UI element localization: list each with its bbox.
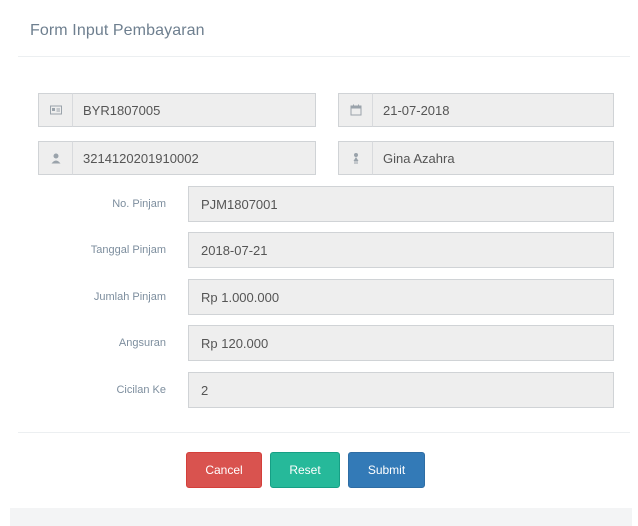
panel-title: Form Input Pembayaran (30, 22, 205, 39)
nik-group: 3214120201910002 (38, 141, 316, 175)
jumlah-pinjam-label: Jumlah Pinjam (93, 291, 166, 303)
angsuran-field[interactable]: Rp 120.000 (188, 325, 614, 361)
no-pinjam-field[interactable]: PJM1807001 (188, 186, 614, 222)
footer-divider (18, 432, 630, 433)
female-icon (338, 141, 372, 175)
cicilan-ke-field[interactable]: 2 (188, 372, 614, 408)
tanggal-pinjam-row: Tanggal Pinjam 2018-07-21 (18, 232, 614, 268)
no-pinjam-label: No. Pinjam (112, 198, 166, 210)
angsuran-label: Angsuran (118, 337, 166, 349)
tanggal-pinjam-label: Tanggal Pinjam (90, 244, 166, 256)
tanggal-field[interactable]: 21-07-2018 (372, 93, 614, 127)
reset-button[interactable]: Reset (270, 452, 340, 488)
no-pinjam-row: No. Pinjam PJM1807001 (18, 186, 614, 222)
angsuran-row: Angsuran Rp 120.000 (18, 325, 614, 361)
calendar-icon (338, 93, 372, 127)
id-pembayaran-field[interactable]: BYR1807005 (72, 93, 316, 127)
tanggal-group: 21-07-2018 (338, 93, 614, 127)
panel-footer (10, 508, 632, 526)
tanggal-pinjam-field[interactable]: 2018-07-21 (188, 232, 614, 268)
nama-field[interactable]: Gina Azahra (372, 141, 614, 175)
id-card-icon (38, 93, 72, 127)
submit-button[interactable]: Submit (348, 452, 425, 488)
id-pembayaran-group: BYR1807005 (38, 93, 316, 127)
cicilan-ke-row: Cicilan Ke 2 (18, 372, 614, 408)
nama-group: Gina Azahra (338, 141, 614, 175)
cicilan-ke-label: Cicilan Ke (116, 384, 166, 396)
jumlah-pinjam-field[interactable]: Rp 1.000.000 (188, 279, 614, 315)
nik-field[interactable]: 3214120201910002 (72, 141, 316, 175)
user-icon (38, 141, 72, 175)
jumlah-pinjam-row: Jumlah Pinjam Rp 1.000.000 (18, 279, 614, 315)
cancel-button[interactable]: Cancel (186, 452, 262, 488)
title-divider (18, 56, 630, 57)
